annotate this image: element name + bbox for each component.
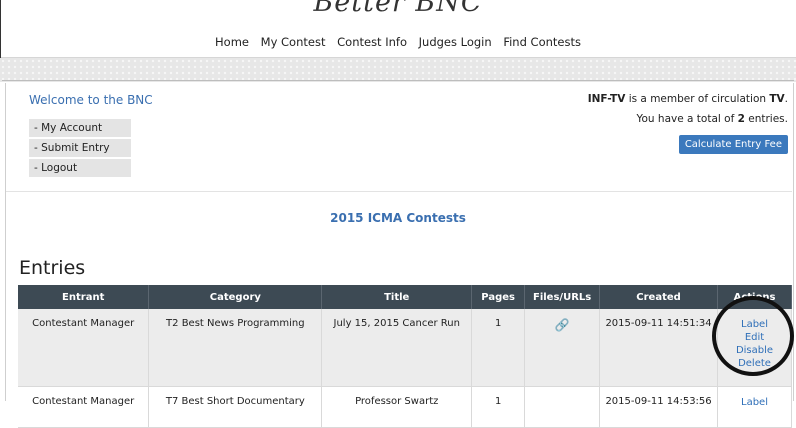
cell-pages: 1 xyxy=(471,386,526,428)
cell-entrant: Contestant Manager xyxy=(18,309,150,387)
menu-my-account[interactable]: - My Account xyxy=(29,119,131,137)
membership-end: . xyxy=(784,93,788,105)
band-divider xyxy=(2,80,794,81)
site-logo[interactable]: Better BNC xyxy=(0,0,796,18)
circulation-name: TV xyxy=(769,93,785,105)
nav-my-contest[interactable]: My Contest xyxy=(261,35,326,49)
menu-submit-entry[interactable]: - Submit Entry xyxy=(29,139,131,157)
highlight-circle-annotation xyxy=(712,296,794,376)
cell-entrant: Contestant Manager xyxy=(18,386,150,428)
cell-category: T2 Best News Programming xyxy=(148,309,323,387)
link-icon[interactable]: 🔗 xyxy=(555,318,570,332)
col-files[interactable]: Files/URLs xyxy=(524,285,601,309)
nav-judges-login[interactable]: Judges Login xyxy=(419,35,492,49)
col-entrant[interactable]: Entrant xyxy=(18,285,150,309)
account-menu: - My Account - Submit Entry - Logout xyxy=(29,119,131,179)
membership-middle: is a member of circulation xyxy=(625,93,770,105)
col-title[interactable]: Title xyxy=(321,285,473,309)
cell-pages: 1 xyxy=(471,309,526,387)
cell-category: T7 Best Short Documentary xyxy=(148,386,323,428)
nav-contest-info[interactable]: Contest Info xyxy=(337,35,407,49)
decorative-band xyxy=(0,58,796,82)
table-header-row: Entrant Category Title Pages Files/URLs … xyxy=(18,285,792,309)
col-created[interactable]: Created xyxy=(599,285,718,309)
table-row: Contestant Manager T7 Best Short Documen… xyxy=(18,386,792,428)
cell-title: Professor Swartz xyxy=(321,386,473,428)
menu-logout[interactable]: - Logout xyxy=(29,159,131,177)
entries-heading: Entries xyxy=(19,257,86,279)
total-prefix: You have a total of xyxy=(636,113,738,125)
main-nav: Home My Contest Contest Info Judges Logi… xyxy=(0,35,796,49)
total-suffix: entries. xyxy=(744,113,788,125)
col-category[interactable]: Category xyxy=(148,285,323,309)
cell-files: 🔗 xyxy=(524,309,601,387)
section-divider xyxy=(6,191,792,192)
col-pages[interactable]: Pages xyxy=(471,285,526,309)
membership-text: INF-TV is a member of circulation TV. xyxy=(588,93,788,105)
cell-created: 2015-09-11 14:53:56 xyxy=(599,386,718,428)
contests-title: 2015 ICMA Contests xyxy=(330,211,466,225)
entries-total-text: You have a total of 2 entries. xyxy=(636,113,788,125)
welcome-text: Welcome to the BNC xyxy=(29,93,153,107)
entries-count: 2 xyxy=(737,113,745,125)
nav-find-contests[interactable]: Find Contests xyxy=(503,35,581,49)
cell-title: July 15, 2015 Cancer Run xyxy=(321,309,473,387)
cell-actions: Label xyxy=(717,386,792,428)
site-header: Better BNC Home My Contest Contest Info … xyxy=(0,0,796,58)
cell-files xyxy=(524,386,601,428)
nav-home[interactable]: Home xyxy=(215,35,249,49)
org-name: INF-TV xyxy=(587,93,626,105)
entries-table: Entrant Category Title Pages Files/URLs … xyxy=(18,285,792,428)
calculate-fee-button[interactable]: Calculate Entry Fee xyxy=(678,135,788,154)
cell-created: 2015-09-11 14:51:34 xyxy=(599,309,718,387)
label-link[interactable]: Label xyxy=(719,396,790,409)
table-row: Contestant Manager T2 Best News Programm… xyxy=(18,309,792,387)
